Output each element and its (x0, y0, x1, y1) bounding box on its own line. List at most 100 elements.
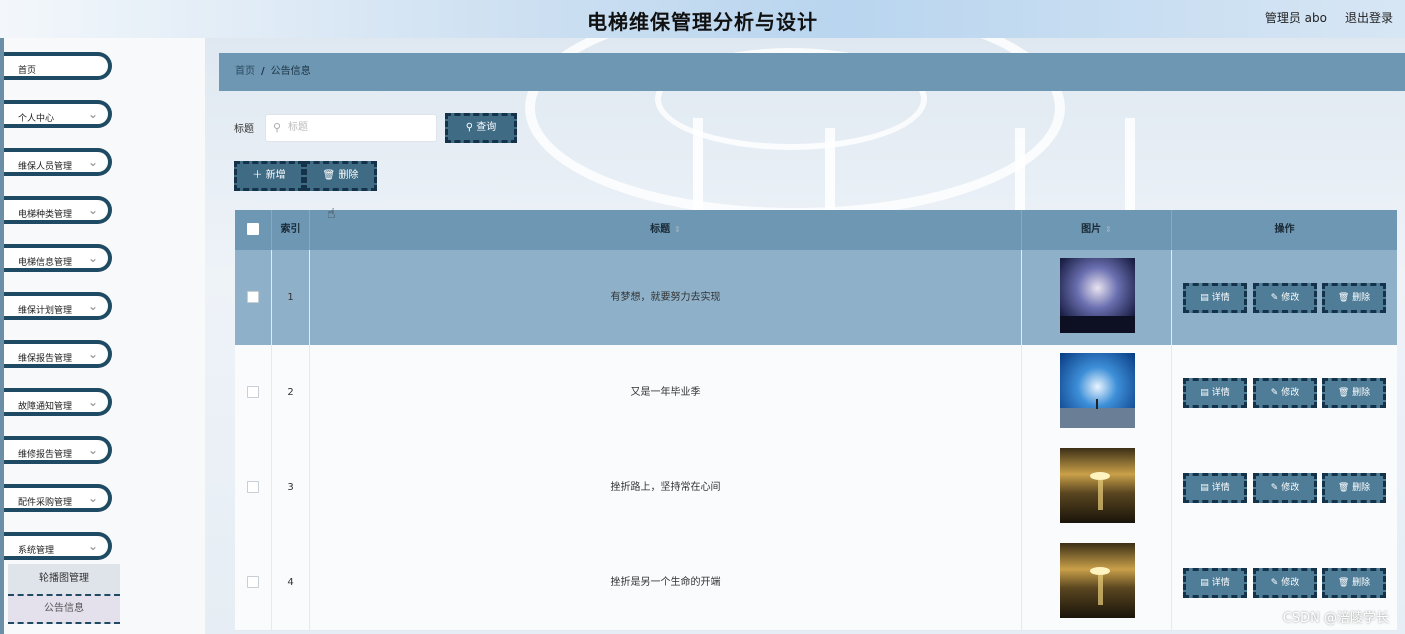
sidebar-item-repair-report[interactable]: 维修报告管理 ⌄ (4, 436, 112, 464)
table-row[interactable]: 2 又是一年毕业季 ▤ 详情 ✎ 修改 🗑 删除 (235, 345, 1397, 441)
sidebar-item-elevator-types[interactable]: 电梯种类管理 ⌄ (4, 196, 112, 224)
background-decoration (693, 118, 703, 218)
submenu-item-notices[interactable]: 公告信息 (8, 594, 120, 624)
table-row[interactable]: 4 挫折是另一个生命的开端 ▤ 详情 ✎ 修改 🗑 删除 (235, 535, 1397, 631)
row-select-cell (235, 250, 272, 345)
column-header-actions: 操作 (1274, 224, 1295, 235)
current-user: 管理员 abo (1264, 11, 1327, 25)
table-row[interactable]: 1 有梦想，就要努力去实现 ▤ 详情 ✎ 修改 🗑 删除 (235, 250, 1397, 346)
row-index: 3 (272, 440, 310, 535)
table-row[interactable]: 3 挫折路上，坚持常在心间 ▤ 详情 ✎ 修改 🗑 删除 (235, 440, 1397, 536)
row-title: 挫折是另一个生命的开端 (310, 535, 1022, 630)
row-checkbox[interactable] (247, 576, 259, 588)
chevron-down-icon: ⌄ (87, 491, 98, 505)
edit-label: 修改 (1281, 578, 1300, 588)
chevron-down-icon: ⌄ (87, 347, 98, 361)
chevron-down-icon: ⌄ (87, 107, 98, 121)
notice-thumbnail[interactable] (1060, 258, 1135, 333)
chevron-down-icon: ⌄ (87, 251, 98, 265)
watermark: CSDN @涪陵学长 (1282, 611, 1389, 626)
select-all-cell (235, 210, 272, 250)
background-decoration (825, 128, 835, 218)
detail-button[interactable]: ▤ 详情 (1183, 283, 1247, 313)
search-label: 标题 (234, 124, 254, 135)
row-checkbox[interactable] (247, 386, 259, 398)
sidebar-item-label: 维保计划管理 (18, 306, 73, 316)
pencil-icon: ✎ (1270, 483, 1279, 493)
sort-icon[interactable]: ⇕ (1105, 225, 1112, 234)
chevron-down-icon: ⌄ (87, 395, 98, 409)
column-header-image[interactable]: 图片 ⇕ (1022, 210, 1172, 250)
row-select-cell (235, 345, 272, 440)
search-placeholder: 标题 (288, 122, 308, 133)
trash-icon: 🗑 (1337, 578, 1350, 588)
notice-thumbnail[interactable] (1060, 448, 1135, 523)
row-checkbox[interactable] (247, 481, 259, 493)
detail-button[interactable]: ▤ 详情 (1183, 568, 1247, 598)
edit-button[interactable]: ✎ 修改 (1253, 473, 1317, 503)
edit-button[interactable]: ✎ 修改 (1253, 283, 1317, 313)
detail-label: 详情 (1211, 483, 1230, 493)
row-checkbox[interactable] (247, 291, 259, 303)
sidebar-item-maintenance-report[interactable]: 维保报告管理 ⌄ (4, 340, 112, 368)
top-header: 电梯维保管理分析与设计 管理员 abo 退出登录 (0, 0, 1405, 39)
sidebar-item-elevator-info[interactable]: 电梯信息管理 ⌄ (4, 244, 112, 272)
document-icon: ▤ (1200, 293, 1209, 303)
detail-label: 详情 (1211, 293, 1230, 303)
sidebar-item-label: 故障通知管理 (18, 402, 73, 412)
sidebar-item-maintenance-plan[interactable]: 维保计划管理 ⌄ (4, 292, 112, 320)
row-actions: ▤ 详情 ✎ 修改 🗑 删除 (1172, 250, 1397, 345)
edit-button[interactable]: ✎ 修改 (1253, 568, 1317, 598)
pencil-icon: ✎ (1270, 388, 1279, 398)
row-actions: ▤ 详情 ✎ 修改 🗑 删除 (1172, 440, 1397, 535)
edit-label: 修改 (1281, 293, 1300, 303)
chevron-down-icon: ⌄ (87, 203, 98, 217)
detail-label: 详情 (1211, 388, 1230, 398)
search-input[interactable]: ⚲ 标题 (265, 114, 437, 142)
row-image-cell (1022, 440, 1172, 535)
background-decoration (1015, 128, 1025, 218)
sidebar-item-label: 电梯信息管理 (18, 258, 73, 268)
detail-button[interactable]: ▤ 详情 (1183, 378, 1247, 408)
sidebar-item-label: 维保报告管理 (18, 354, 73, 364)
sidebar-item-home[interactable]: 首页 (4, 52, 112, 80)
column-header-index: 索引 (272, 210, 310, 250)
batch-delete-button[interactable]: 🗑 删除 (304, 161, 377, 191)
select-all-checkbox[interactable] (247, 223, 259, 235)
column-header-title[interactable]: 标题 ⇕ (310, 210, 1022, 250)
row-index: 4 (272, 535, 310, 630)
delete-button[interactable]: 🗑 删除 (1322, 283, 1386, 313)
pencil-icon: ✎ (1270, 293, 1279, 303)
delete-label: 删除 (1352, 293, 1371, 303)
sort-icon[interactable]: ⇕ (674, 225, 681, 234)
add-button[interactable]: ＋ 新增 (234, 161, 304, 191)
submenu-item-carousel[interactable]: 轮播图管理 (8, 564, 120, 594)
sidebar-item-fault-notice[interactable]: 故障通知管理 ⌄ (4, 388, 112, 416)
sidebar-item-system[interactable]: 系统管理 ⌄ (4, 532, 112, 560)
edit-button[interactable]: ✎ 修改 (1253, 378, 1317, 408)
notice-thumbnail[interactable] (1060, 353, 1135, 428)
sidebar-item-label: 电梯种类管理 (18, 210, 73, 220)
pencil-icon: ✎ (1270, 578, 1279, 588)
search-button[interactable]: ⚲ 查询 (445, 113, 517, 143)
column-image-label: 图片 (1081, 224, 1102, 235)
delete-button[interactable]: 🗑 删除 (1322, 473, 1386, 503)
delete-label: 删除 (1352, 578, 1371, 588)
edit-label: 修改 (1281, 388, 1300, 398)
logout-link[interactable]: 退出登录 (1345, 9, 1393, 26)
sidebar: 首页 个人中心 ⌄ 维保人员管理 ⌄ 电梯种类管理 ⌄ 电梯信息管理 ⌄ 维保计… (0, 38, 209, 634)
sidebar-item-profile[interactable]: 个人中心 ⌄ (4, 100, 112, 128)
detail-button[interactable]: ▤ 详情 (1183, 473, 1247, 503)
search-icon: ⚲ (273, 121, 282, 134)
sidebar-item-parts-purchase[interactable]: 配件采购管理 ⌄ (4, 484, 112, 512)
delete-button[interactable]: 🗑 删除 (1322, 378, 1386, 408)
row-select-cell (235, 535, 272, 630)
delete-label: 删除 (1352, 388, 1371, 398)
chevron-down-icon: ⌄ (87, 539, 98, 553)
breadcrumb-home[interactable]: 首页 (235, 66, 255, 77)
sidebar-item-label: 个人中心 (18, 114, 55, 124)
row-image-cell (1022, 250, 1172, 345)
sidebar-item-maintenance-staff[interactable]: 维保人员管理 ⌄ (4, 148, 112, 176)
delete-button[interactable]: 🗑 删除 (1322, 568, 1386, 598)
notice-thumbnail[interactable] (1060, 543, 1135, 618)
